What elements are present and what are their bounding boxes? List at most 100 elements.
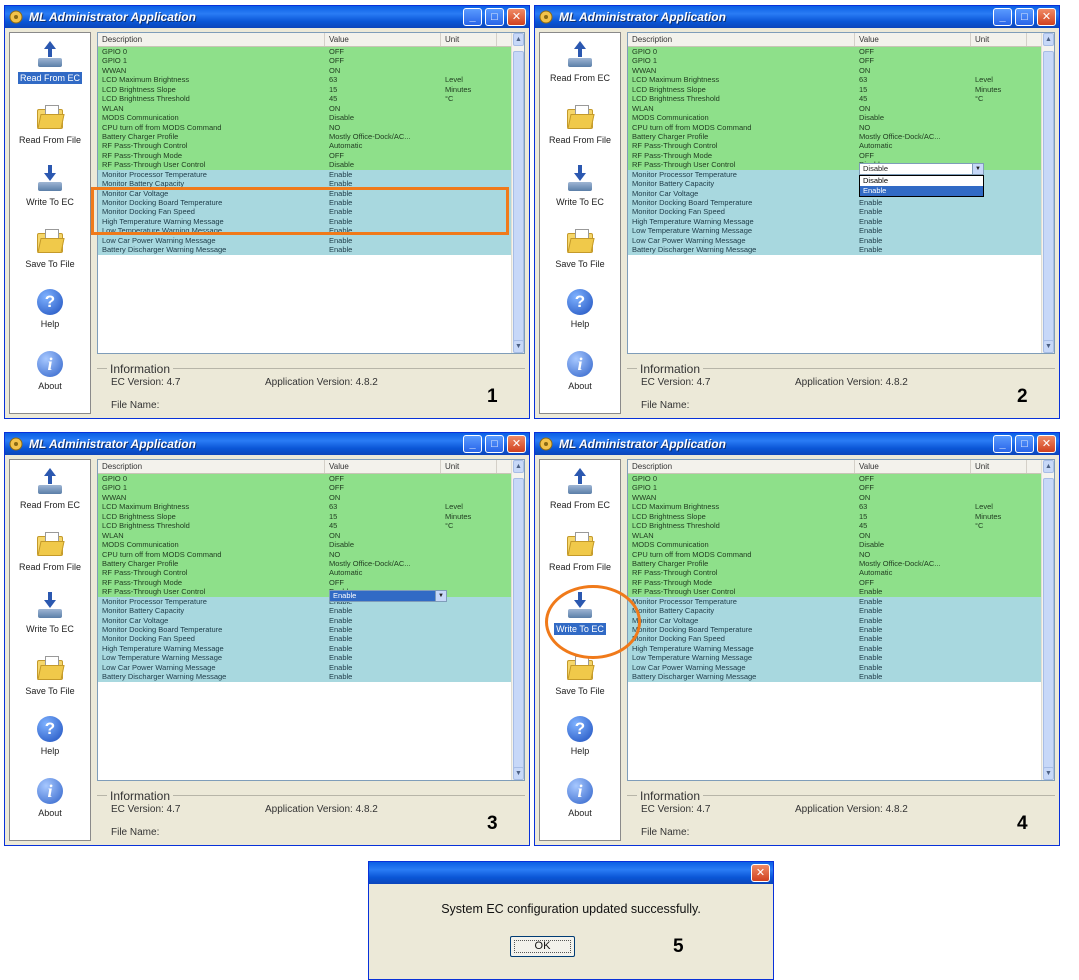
- row-value[interactable]: 15: [855, 85, 971, 94]
- table-row[interactable]: Low Car Power Warning Message Enable: [628, 662, 1054, 673]
- table-row[interactable]: RF Pass-Through Control Automatic: [98, 141, 524, 151]
- scroll-up-arrow-icon[interactable]: ▲: [513, 460, 524, 473]
- row-value[interactable]: Enable: [855, 625, 971, 634]
- table-row[interactable]: RF Pass-Through Control Automatic: [628, 568, 1054, 578]
- close-button[interactable]: ✕: [1037, 435, 1056, 453]
- table-row[interactable]: Battery Charger Profile Mostly Office-Doc…: [98, 131, 524, 142]
- scroll-down-arrow-icon[interactable]: ▼: [1043, 767, 1054, 780]
- sidebar-write-to-ec-button[interactable]: Write To EC: [10, 588, 90, 648]
- row-value[interactable]: Enable: [855, 634, 971, 643]
- grid-scrollbar[interactable]: ▲ ▼: [511, 460, 524, 780]
- column-header-value[interactable]: Value: [325, 33, 441, 46]
- row-value[interactable]: Enable: [855, 245, 971, 254]
- sidebar-read-from-ec-button[interactable]: Read From EC: [10, 37, 90, 97]
- table-row[interactable]: LCD Brightness Threshold 45 °C: [98, 521, 524, 531]
- row-value[interactable]: Enable: [855, 207, 971, 216]
- table-row[interactable]: Monitor Docking Board Temperature Enable: [628, 198, 1054, 208]
- row-value[interactable]: 63: [325, 502, 441, 511]
- row-value[interactable]: 63: [855, 75, 971, 84]
- table-row[interactable]: Battery Discharger Warning Message Enable: [98, 245, 524, 255]
- table-row[interactable]: Monitor Car Voltage Enable: [628, 615, 1054, 625]
- row-value[interactable]: ON: [855, 104, 971, 113]
- scroll-thumb[interactable]: [1043, 51, 1054, 346]
- column-header-value[interactable]: Value: [855, 460, 971, 473]
- row-value[interactable]: Enable: [325, 634, 441, 643]
- table-row[interactable]: CPU turn off from MODS Command NO: [98, 549, 524, 559]
- chevron-down-icon[interactable]: ▼: [435, 590, 446, 601]
- row-value[interactable]: Disable: [325, 113, 441, 122]
- sidebar-help-button[interactable]: ? Help: [540, 285, 620, 345]
- table-row[interactable]: Monitor Car Voltage Enable: [98, 615, 524, 625]
- row-value[interactable]: Disable: [855, 113, 971, 122]
- row-value[interactable]: OFF: [325, 474, 441, 483]
- row-value[interactable]: Enable: [855, 644, 971, 653]
- maximize-button[interactable]: □: [1015, 8, 1034, 26]
- table-row[interactable]: MODS Communication Disable: [98, 540, 524, 550]
- row-value[interactable]: Enable: [855, 616, 971, 625]
- minimize-button[interactable]: _: [463, 8, 482, 26]
- row-value[interactable]: Enable: [325, 170, 441, 179]
- row-value[interactable]: Enable: [855, 606, 971, 615]
- row-value[interactable]: Enable: [325, 625, 441, 634]
- table-row[interactable]: GPIO 0 OFF: [628, 47, 1054, 57]
- row-value[interactable]: ON: [325, 493, 441, 502]
- row-value[interactable]: OFF: [855, 47, 971, 56]
- row-value[interactable]: OFF: [325, 483, 441, 492]
- dropdown-option[interactable]: Enable: [860, 185, 983, 196]
- chevron-down-icon[interactable]: ▼: [972, 163, 983, 174]
- row-value[interactable]: OFF: [325, 47, 441, 56]
- table-row[interactable]: Battery Charger Profile Mostly Office-Doc…: [628, 558, 1054, 569]
- minimize-button[interactable]: _: [993, 8, 1012, 26]
- table-row[interactable]: Monitor Docking Fan Speed Enable: [628, 207, 1054, 217]
- table-row[interactable]: CPU turn off from MODS Command NO: [628, 549, 1054, 559]
- row-value[interactable]: 63: [855, 502, 971, 511]
- row-value[interactable]: Disable: [855, 540, 971, 549]
- table-row[interactable]: High Temperature Warning Message Enable: [628, 216, 1054, 227]
- column-header-unit[interactable]: Unit: [441, 33, 497, 46]
- table-row[interactable]: LCD Brightness Slope 15 Minutes: [628, 511, 1054, 522]
- sidebar-help-button[interactable]: ? Help: [10, 285, 90, 345]
- table-row[interactable]: Monitor Docking Board Temperature Enable: [98, 625, 524, 635]
- table-row[interactable]: Battery Discharger Warning Message Enable: [628, 672, 1054, 682]
- row-value[interactable]: 45: [325, 521, 441, 530]
- close-button[interactable]: ✕: [507, 435, 526, 453]
- close-button[interactable]: ✕: [1037, 8, 1056, 26]
- maximize-button[interactable]: □: [485, 8, 504, 26]
- minimize-button[interactable]: _: [993, 435, 1012, 453]
- column-header-description[interactable]: Description: [98, 33, 325, 46]
- value-dropdown[interactable]: Disable ▼: [859, 162, 984, 175]
- table-row[interactable]: CPU turn off from MODS Command NO: [98, 122, 524, 132]
- table-row[interactable]: Monitor Battery CapacityEnable: [628, 179, 1054, 189]
- table-row[interactable]: LCD Brightness Slope 15 Minutes: [628, 84, 1054, 95]
- row-value[interactable]: ON: [855, 493, 971, 502]
- grid-scrollbar[interactable]: ▲ ▼: [511, 33, 524, 353]
- table-row[interactable]: RF Pass-Through Mode OFF: [98, 150, 524, 161]
- table-row[interactable]: GPIO 0 OFF: [98, 47, 524, 57]
- row-value[interactable]: Enable: [325, 653, 441, 662]
- table-row[interactable]: GPIO 1 OFF: [628, 56, 1054, 66]
- sidebar-about-button[interactable]: i About: [10, 774, 90, 834]
- table-row[interactable]: WWAN ON: [98, 65, 524, 76]
- table-row[interactable]: Low Car Power Warning Message Enable: [628, 235, 1054, 246]
- grid-scrollbar[interactable]: ▲ ▼: [1041, 460, 1054, 780]
- row-value[interactable]: 15: [325, 85, 441, 94]
- sidebar-about-button[interactable]: i About: [10, 347, 90, 407]
- scroll-thumb[interactable]: [513, 51, 524, 346]
- sidebar-help-button[interactable]: ? Help: [540, 712, 620, 772]
- row-value[interactable]: ON: [325, 66, 441, 75]
- row-value[interactable]: NO: [325, 550, 441, 559]
- sidebar-read-from-file-button[interactable]: Read From File: [540, 99, 620, 159]
- value-dropdown[interactable]: Enable ▼: [329, 589, 447, 602]
- row-value[interactable]: Enable: [325, 245, 441, 254]
- table-row[interactable]: GPIO 1 OFF: [98, 56, 524, 66]
- table-row[interactable]: RF Pass-Through Control Automatic: [628, 141, 1054, 151]
- table-row[interactable]: WLAN ON: [628, 530, 1054, 541]
- scroll-thumb[interactable]: [1043, 478, 1054, 773]
- row-value[interactable]: OFF: [855, 474, 971, 483]
- sidebar-write-to-ec-button[interactable]: Write To EC: [10, 161, 90, 221]
- dropdown-option[interactable]: Disable: [860, 176, 983, 186]
- scroll-thumb[interactable]: [513, 478, 524, 773]
- row-value[interactable]: Enable: [855, 236, 971, 245]
- sidebar-read-from-ec-button[interactable]: Read From EC: [540, 37, 620, 97]
- column-header-unit[interactable]: Unit: [971, 33, 1027, 46]
